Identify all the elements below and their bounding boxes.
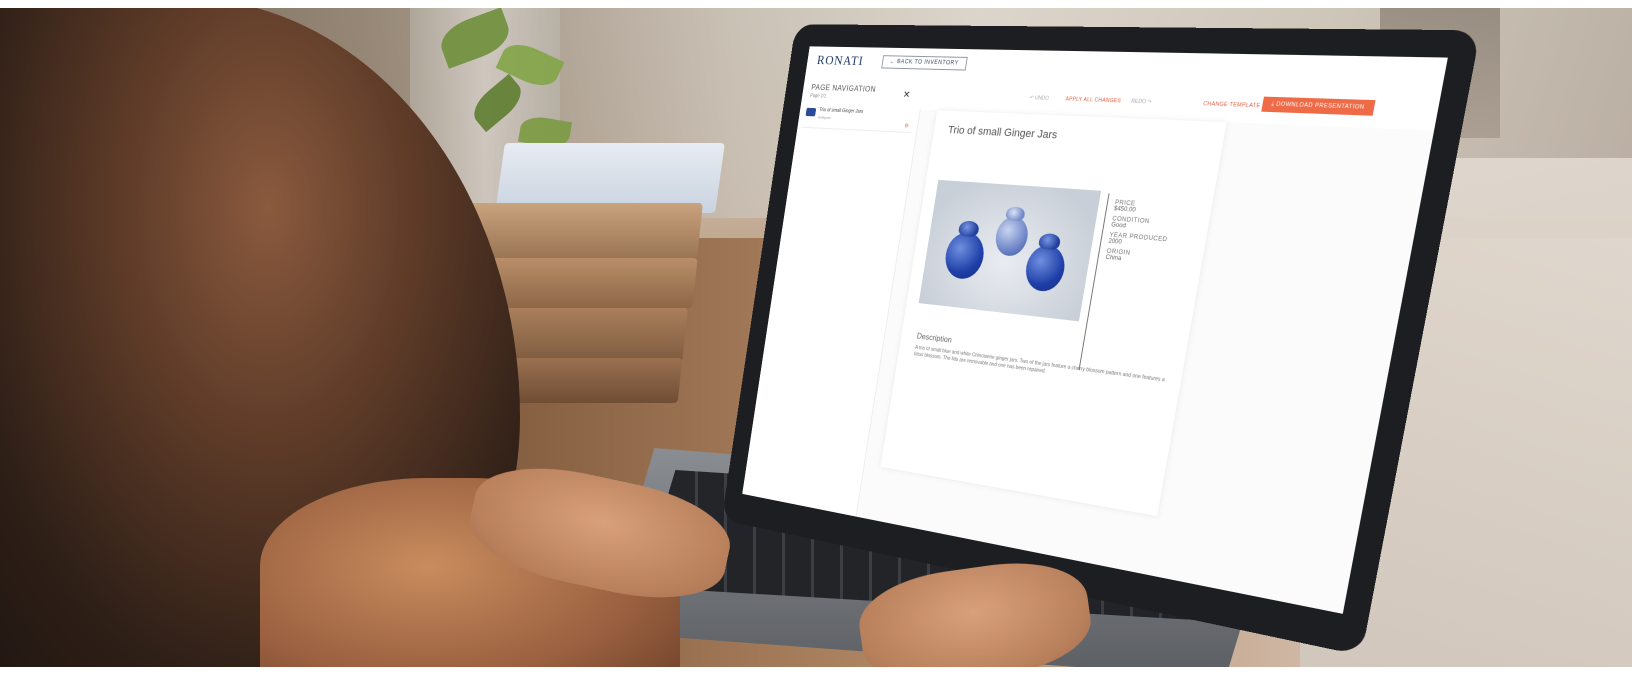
download-presentation-button[interactable]: ⤓ DOWNLOAD PRESENTATION: [1261, 96, 1376, 116]
sidebar-title: PAGE NAVIGATION: [810, 83, 877, 94]
redo-button[interactable]: REDO ↷: [1131, 99, 1152, 106]
photo-scene: RONATI ← BACK TO INVENTORY PAGE NAVIGATI…: [0, 8, 1632, 667]
jar-lid: [957, 220, 980, 238]
sidebar-page-count: Page 1/1: [809, 93, 827, 100]
ronati-logo[interactable]: RONATI: [816, 54, 864, 70]
back-to-inventory-button[interactable]: ← BACK TO INVENTORY: [881, 55, 968, 71]
remove-icon[interactable]: ⊖: [904, 122, 909, 129]
collapse-icon[interactable]: ✕: [902, 90, 911, 101]
description-text: A trio of small blue and white Chinoiser…: [913, 344, 1166, 384]
sidebar-item[interactable]: ✕ Trio of small Ginger Jars Antiques ⊖: [802, 90, 915, 134]
undo-button[interactable]: ↶ UNDO: [1029, 95, 1049, 102]
presentation-page: Trio of small Ginger Jars PRICE $450.00 …: [880, 110, 1227, 517]
description-heading: Description: [916, 331, 953, 345]
laptop-screen: RONATI ← BACK TO INVENTORY PAGE NAVIGATI…: [742, 46, 1448, 614]
jar-lid: [1037, 232, 1062, 251]
sidebar-item-subtitle: Antiques: [817, 114, 831, 120]
page-title: Trio of small Ginger Jars: [947, 124, 1059, 142]
ginger-jar: [992, 215, 1031, 258]
jar-lid: [1005, 206, 1026, 222]
apply-all-changes-button[interactable]: APPLY ALL CHANGES: [1065, 96, 1121, 104]
attribute-list: PRICE $450.00 CONDITION Good YEAR PRODUC…: [1105, 196, 1208, 269]
sidebar-item-title: Trio of small Ginger Jars: [818, 107, 864, 115]
ginger-jar: [942, 231, 988, 281]
change-template-button[interactable]: CHANGE TEMPLATE: [1203, 101, 1261, 109]
item-thumbnail: [805, 107, 817, 117]
product-image: [918, 179, 1102, 322]
ginger-jar: [1022, 243, 1068, 293]
